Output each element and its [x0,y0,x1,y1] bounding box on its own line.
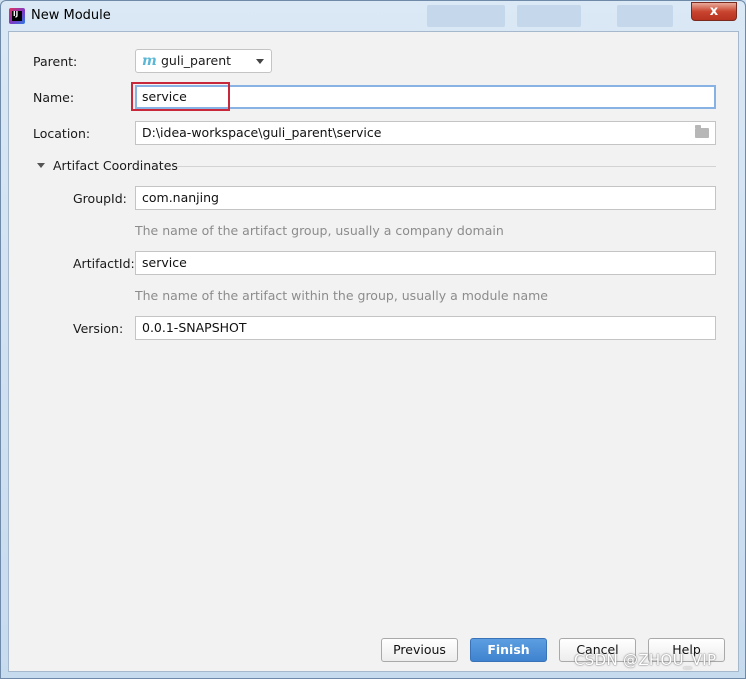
name-label: Name: [33,90,75,105]
window-title: New Module [31,8,111,23]
parent-selected-value: guli_parent [161,53,232,68]
groupid-input[interactable]: com.nanjing [135,186,716,210]
artifact-section-title[interactable]: Artifact Coordinates [53,158,178,174]
parent-label: Parent: [33,54,78,69]
annotation-highlight-box [131,82,230,111]
chevron-down-icon [256,59,264,64]
artifactid-label: ArtifactId: [73,256,135,271]
collapse-arrow-icon[interactable] [37,163,45,168]
location-label: Location: [33,126,91,141]
artifactid-hint: The name of the artifact within the grou… [135,288,548,303]
title-bar: IJ New Module x [1,1,745,31]
blurred-title-region [427,5,505,27]
groupid-hint: The name of the artifact group, usually … [135,223,504,238]
artifactid-input[interactable]: service [135,251,716,275]
section-divider [177,166,716,167]
intellij-app-icon: IJ [9,8,25,24]
finish-button[interactable]: Finish [470,638,547,662]
parent-dropdown[interactable]: m guli_parent [135,49,272,73]
location-input[interactable]: D:\idea-workspace\guli_parent\service [135,121,716,145]
csdn-watermark: CSDN @ZHOU_VIP [574,651,717,669]
blurred-title-region [517,5,581,27]
groupid-label: GroupId: [73,191,127,206]
maven-module-icon: m [142,53,157,69]
version-input[interactable]: 0.0.1-SNAPSHOT [135,316,716,340]
location-path-text: D:\idea-workspace\guli_parent\service [142,125,382,140]
browse-folder-icon[interactable] [695,125,709,138]
new-module-dialog: IJ New Module x Parent: m guli_parent Na… [0,0,746,679]
previous-button[interactable]: Previous [381,638,458,662]
close-button[interactable]: x [691,2,737,21]
dialog-content: Parent: m guli_parent Name: service Loca… [8,31,739,672]
blurred-title-region [617,5,673,27]
version-label: Version: [73,321,124,336]
